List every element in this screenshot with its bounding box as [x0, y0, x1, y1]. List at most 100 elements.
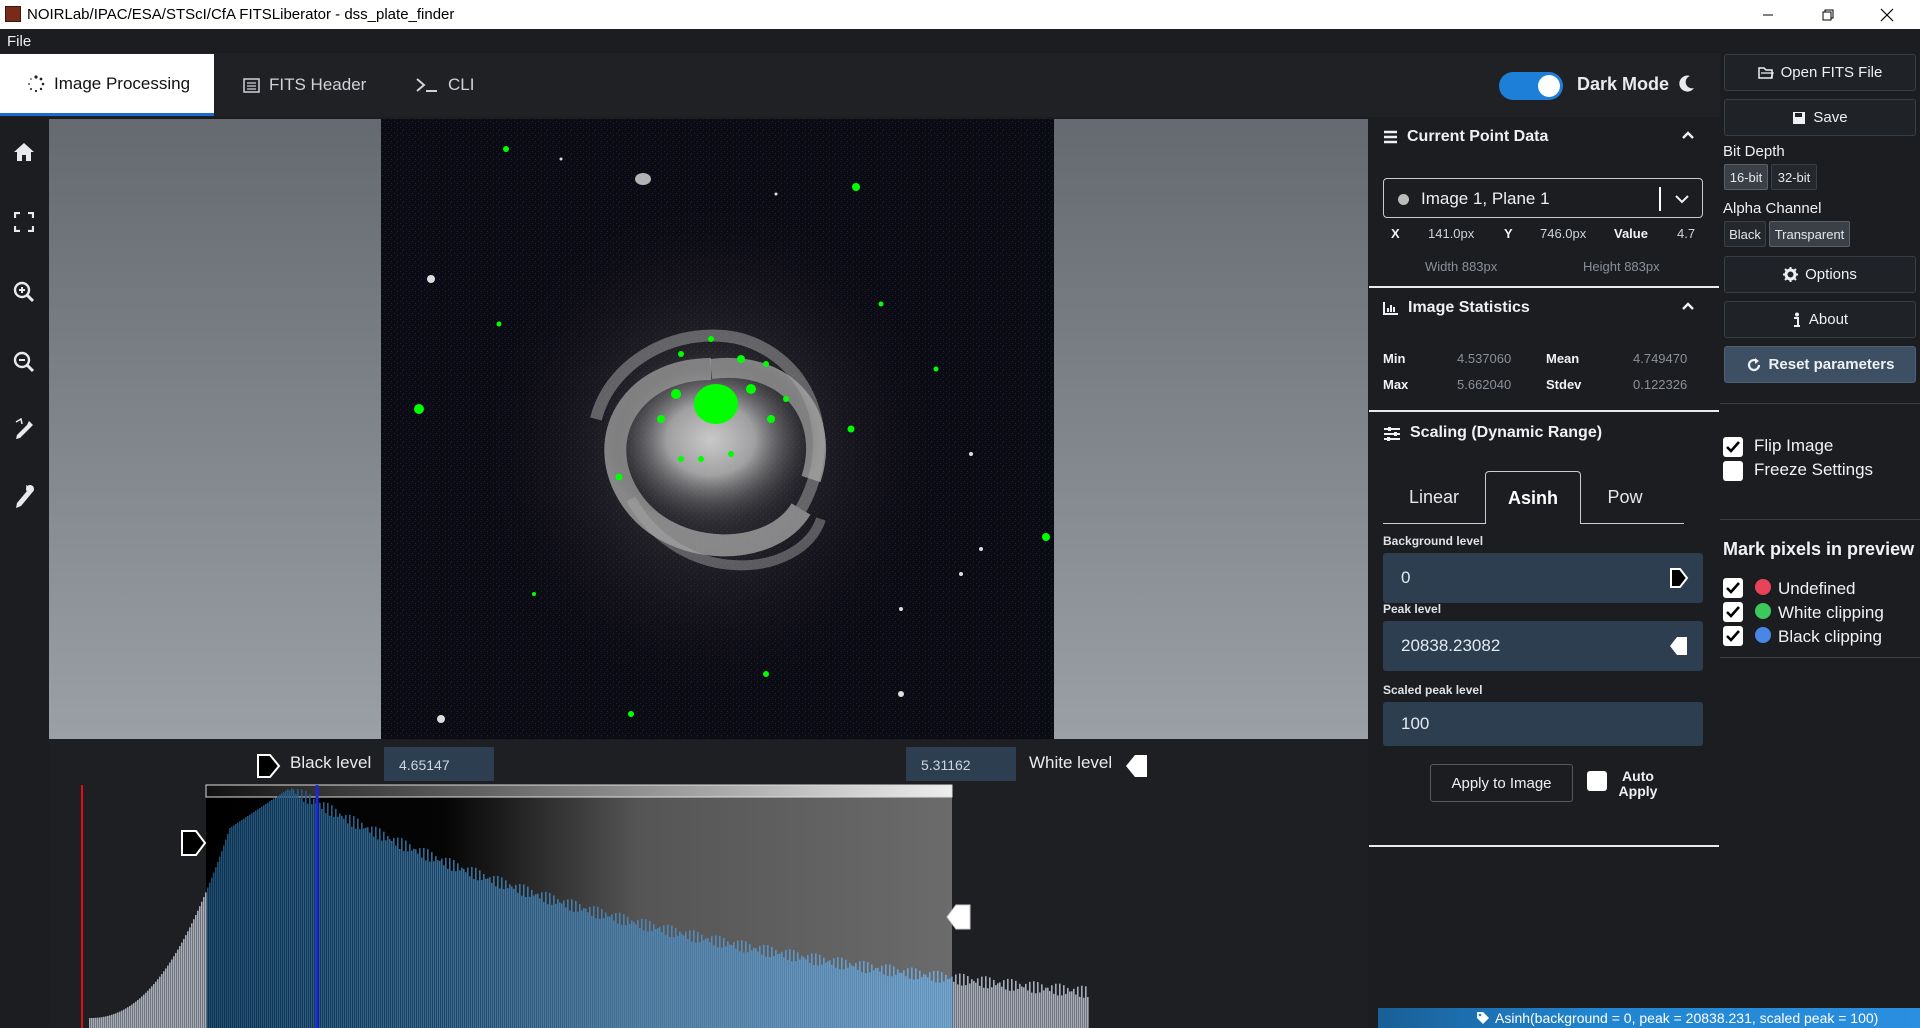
- save-button[interactable]: Save: [1724, 99, 1916, 136]
- divider: [1369, 286, 1719, 288]
- min-value: 4.537060: [1457, 351, 1512, 366]
- plane-select-value: Image 1, Plane 1: [1421, 189, 1550, 208]
- undefined-checkbox[interactable]: [1723, 578, 1743, 598]
- tab-bar: Image Processing FITS Header CLI: [0, 53, 1720, 117]
- plane-select[interactable]: Image 1, Plane 1: [1383, 178, 1703, 218]
- undefined-label: Undefined: [1778, 579, 1856, 598]
- app-window: NOIRLab/IPAC/ESA/STScI/CfA FITSLiberator…: [0, 0, 1920, 1028]
- background-level-input[interactable]: 0: [1383, 553, 1703, 603]
- tab-label: Image Processing: [54, 73, 191, 93]
- app-logo: [5, 6, 21, 22]
- image-width: Width 883px: [1425, 259, 1498, 274]
- tab-asinh[interactable]: Asinh: [1485, 471, 1581, 524]
- stdev-label: Stdev: [1546, 377, 1582, 392]
- mean-label: Mean: [1546, 351, 1580, 366]
- peak-level-label: Peak level: [1383, 602, 1442, 616]
- terminal-icon: [416, 78, 437, 92]
- black-level-input[interactable]: 4.65147: [384, 747, 494, 781]
- min-label: Min: [1383, 351, 1406, 366]
- tab-linear[interactable]: Linear: [1383, 471, 1485, 524]
- menu-file[interactable]: File: [7, 33, 31, 50]
- histogram-chart[interactable]: [49, 740, 1368, 1028]
- refresh-icon: [1747, 357, 1760, 371]
- dark-mode-toggle[interactable]: [1499, 72, 1563, 100]
- tab-pow[interactable]: Pow: [1581, 471, 1669, 524]
- image-height: Height 883px: [1583, 259, 1660, 274]
- undefined-color-dot: [1755, 579, 1771, 595]
- mean-value: 4.749470: [1633, 351, 1688, 366]
- freeze-settings-checkbox[interactable]: [1723, 461, 1743, 481]
- y-label: Y: [1504, 226, 1513, 241]
- about-button[interactable]: About: [1724, 301, 1916, 338]
- tab-image-processing[interactable]: Image Processing: [0, 54, 214, 116]
- chevron-up-icon[interactable]: [1681, 301, 1695, 311]
- y-value: 746.0px: [1540, 226, 1587, 241]
- flip-image-checkbox[interactable]: [1723, 437, 1743, 457]
- bit-depth-label: Bit Depth: [1723, 143, 1785, 160]
- moon-icon: [1679, 75, 1695, 92]
- black-level-icon: [257, 754, 281, 778]
- bit-32-toggle[interactable]: 32-bit: [1771, 164, 1817, 190]
- image-statistics-header[interactable]: Image Statistics: [1383, 299, 1530, 317]
- zoom-out-icon[interactable]: [9, 347, 39, 377]
- folder-open-icon: [1757, 66, 1774, 79]
- x-value: 141.0px: [1428, 226, 1475, 241]
- black-level-handle[interactable]: [181, 830, 207, 856]
- tab-fits-header[interactable]: FITS Header: [243, 54, 366, 116]
- status-text: Asinh(background = 0, peak = 20838.231, …: [1495, 1010, 1879, 1026]
- max-label: Max: [1383, 377, 1409, 392]
- status-bar: Asinh(background = 0, peak = 20838.231, …: [1378, 1008, 1920, 1028]
- background-level-label: Background level: [1383, 534, 1484, 548]
- reset-parameters-button[interactable]: Reset parameters: [1724, 346, 1916, 383]
- histogram-panel: Black level 4.65147 5.31162 White level: [49, 740, 1368, 1028]
- open-fits-button[interactable]: Open FITS File: [1724, 54, 1916, 91]
- black-clipping-checkbox[interactable]: [1723, 626, 1743, 646]
- galaxy-image[interactable]: [381, 119, 1054, 739]
- home-icon[interactable]: [9, 137, 39, 167]
- white-level-input[interactable]: 5.31162: [906, 747, 1016, 781]
- auto-apply-checkbox[interactable]: [1587, 771, 1607, 791]
- alpha-transparent-toggle[interactable]: Transparent: [1769, 221, 1850, 247]
- black-clipping-label: Black clipping: [1778, 627, 1882, 646]
- title-bar: NOIRLab/IPAC/ESA/STScI/CfA FITSLiberator…: [0, 0, 1920, 29]
- restore-button[interactable]: [1805, 0, 1851, 29]
- sliders-icon: [1384, 426, 1400, 441]
- peak-level-input[interactable]: 20838.23082: [1383, 621, 1703, 671]
- scaled-peak-label: Scaled peak level: [1383, 683, 1483, 697]
- alpha-channel-label: Alpha Channel: [1723, 200, 1822, 217]
- close-button[interactable]: [1864, 0, 1910, 29]
- value-label: Value: [1614, 226, 1648, 241]
- chevron-up-icon[interactable]: [1681, 130, 1695, 140]
- current-point-header[interactable]: Current Point Data: [1383, 128, 1548, 146]
- info-icon: [1793, 312, 1800, 327]
- chevron-down-icon: [1675, 195, 1689, 204]
- fit-screen-icon[interactable]: [9, 207, 39, 237]
- eyedropper-icon[interactable]: [9, 482, 39, 512]
- window-title: NOIRLab/IPAC/ESA/STScI/CfA FITSLiberator…: [27, 6, 455, 23]
- zoom-in-icon[interactable]: [9, 277, 39, 307]
- tab-label: CLI: [448, 75, 475, 94]
- apply-to-image-button[interactable]: Apply to Image: [1430, 764, 1573, 802]
- gear-icon: [1783, 267, 1799, 282]
- dark-mode-label: Dark Mode: [1577, 74, 1696, 95]
- tab-cli[interactable]: CLI: [415, 54, 474, 116]
- options-button[interactable]: Options: [1724, 256, 1916, 293]
- eyedropper-outline-icon[interactable]: [9, 415, 39, 445]
- list-icon: [243, 77, 260, 93]
- menu-bar: File: [0, 29, 1920, 53]
- alpha-black-toggle[interactable]: Black: [1724, 221, 1766, 247]
- auto-apply-label: Auto Apply: [1618, 768, 1658, 799]
- minimize-button[interactable]: [1745, 0, 1791, 29]
- black-level-label: Black level: [290, 753, 372, 772]
- max-value: 5.662040: [1457, 377, 1512, 392]
- scaled-peak-input[interactable]: 100: [1383, 702, 1703, 746]
- list-icon: [1384, 130, 1397, 144]
- mark-pixels-title: Mark pixels in preview: [1723, 539, 1915, 559]
- bit-16-toggle[interactable]: 16-bit: [1724, 164, 1768, 190]
- white-clipping-checkbox[interactable]: [1723, 602, 1743, 622]
- tab-label: FITS Header: [269, 75, 367, 94]
- scaling-header: Scaling (Dynamic Range): [1383, 424, 1602, 442]
- stdev-value: 0.122326: [1633, 377, 1688, 392]
- divider: [1369, 410, 1719, 412]
- white-level-label: White level: [1029, 753, 1113, 772]
